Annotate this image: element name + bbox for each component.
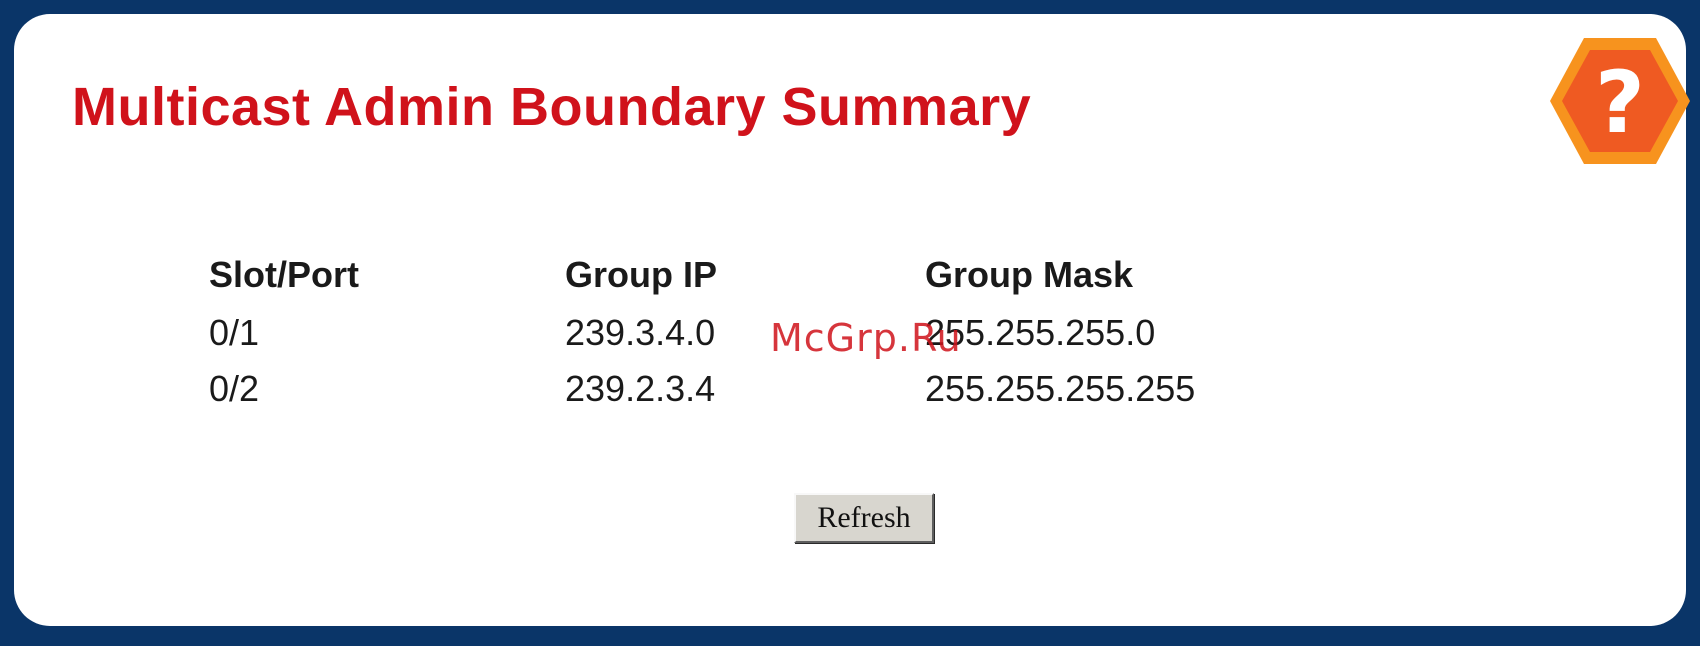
column-header-slot-port: Slot/Port — [209, 254, 359, 295]
svg-text:?: ? — [1595, 53, 1645, 153]
refresh-button[interactable]: Refresh — [794, 493, 934, 543]
column-header-group-mask: Group Mask — [925, 254, 1134, 295]
watermark-text: McGrp.Ru — [770, 316, 962, 360]
group-ip-cell: 239.2.3.4 — [565, 368, 716, 409]
page-title: Multicast Admin Boundary Summary — [72, 77, 1032, 137]
group-mask-cell: 255.255.255.255 — [925, 368, 1196, 409]
help-button[interactable]: ? — [1548, 36, 1692, 166]
help-question-icon: ? — [1550, 38, 1690, 164]
column-header-group-ip: Group IP — [565, 254, 717, 295]
slot-port-cell: 0/1 — [209, 312, 260, 353]
group-ip-cell: 239.3.4.0 — [565, 312, 716, 353]
content-panel: Multicast Admin Boundary Summary ? Slot/… — [14, 14, 1690, 626]
slot-port-cell: 0/2 — [209, 368, 260, 409]
